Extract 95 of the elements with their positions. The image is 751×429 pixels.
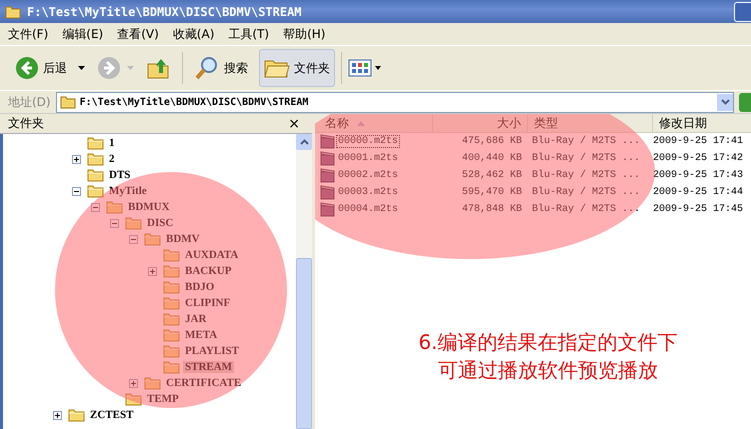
menu-item[interactable]: 查看(V): [117, 26, 159, 42]
folder-tree-item[interactable]: BDJO: [183, 281, 216, 293]
file-name[interactable]: 00002.m2ts: [336, 169, 400, 182]
folder-tree-item[interactable]: BDMUX: [126, 201, 172, 213]
views-icon[interactable]: [348, 58, 382, 78]
file-size: 400,440 KB: [460, 153, 523, 164]
folder-tree-item[interactable]: STREAM: [183, 361, 234, 373]
file-date: 2009-9-25 17:41: [653, 136, 744, 147]
video-file-icon: [320, 168, 335, 183]
folder-icon: [87, 136, 104, 150]
file-size: 478,848 KB: [460, 204, 523, 215]
file-type: Blu-Ray / M2TS ...: [531, 187, 642, 198]
file-date: 2009-9-25 17:45: [653, 204, 744, 215]
folder-icon: [125, 392, 142, 406]
file-name[interactable]: 00004.m2ts: [336, 203, 400, 216]
caret-icon[interactable]: [78, 66, 85, 70]
video-file-icon: [320, 151, 335, 166]
file-name[interactable]: 00003.m2ts: [336, 186, 400, 199]
folder-icon: [87, 152, 104, 166]
folder-icon: [87, 168, 104, 182]
folder-tree-item[interactable]: JAR: [183, 313, 208, 325]
folder-tree-item[interactable]: PLAYLIST: [183, 345, 242, 357]
folder-icon: [125, 216, 142, 230]
folder-tree-item[interactable]: 1: [107, 137, 116, 149]
column-header[interactable]: 修改日期: [653, 114, 751, 132]
menu-item[interactable]: 工具(T): [228, 26, 270, 42]
go-button[interactable]: [739, 92, 751, 112]
folder-tree-item[interactable]: META: [183, 329, 220, 341]
annotation-text: 可通过播放软件预览播放: [438, 357, 658, 384]
folder-tree-item[interactable]: ZCTEST: [88, 409, 136, 421]
folder-tree-item[interactable]: CERTIFICATE: [164, 377, 244, 389]
search-icon: [194, 55, 220, 81]
file-date: 2009-9-25 17:42: [653, 153, 744, 164]
file-name[interactable]: 00000.m2ts: [336, 135, 400, 148]
annotation-text: 6.编译的结果在指定的文件下: [418, 329, 678, 356]
file-type: Blu-Ray / M2TS ...: [531, 170, 642, 181]
window-title: F:\Test\MyTitle\BDMUX\DISC\BDMV\STREAM: [27, 4, 303, 18]
address-field[interactable]: F:\Test\MyTitle\BDMUX\DISC\BDMV\STREAM: [56, 92, 734, 112]
folder-tree-item[interactable]: 2: [107, 153, 116, 165]
file-type: Blu-Ray / M2TS ...: [531, 136, 642, 147]
video-file-icon: [320, 134, 335, 149]
folder-icon: [163, 264, 180, 278]
folder-tree-item[interactable]: DISC: [145, 217, 176, 229]
back-button[interactable]: 后退: [10, 49, 72, 87]
menu-item[interactable]: 文件(F): [8, 26, 48, 42]
sort-arrow-icon: [357, 120, 365, 126]
expander-icon[interactable]: [72, 186, 81, 196]
expander-icon[interactable]: [72, 154, 81, 164]
video-file-icon: [320, 185, 335, 200]
folder-tree-item[interactable]: MyTitle: [107, 185, 149, 197]
folder-tree-item[interactable]: AUXDATA: [183, 249, 240, 261]
file-size: 595,470 KB: [460, 187, 523, 198]
chevron-down-icon: [720, 99, 730, 105]
video-file-icon: [320, 202, 335, 217]
minimize-button[interactable]: [734, 2, 751, 22]
pane-title: 文件夹: [8, 115, 44, 132]
menu-item[interactable]: 帮助(H): [283, 26, 326, 42]
address-label: 地址(D): [8, 94, 51, 110]
file-type: Blu-Ray / M2TS ...: [531, 153, 642, 164]
dropdown-button[interactable]: [717, 94, 733, 110]
folder-icon: [163, 360, 180, 374]
folder-icon: [163, 280, 180, 294]
folder-tree-item[interactable]: DTS: [107, 169, 132, 181]
column-header[interactable]: 名称: [315, 114, 433, 132]
folder-icon: [60, 95, 76, 109]
file-size: 528,462 KB: [460, 170, 523, 181]
menu-item[interactable]: 编辑(E): [62, 26, 104, 42]
folder-icon: [163, 312, 180, 326]
file-name[interactable]: 00001.m2ts: [336, 152, 400, 165]
close-button[interactable]: ×: [282, 116, 306, 132]
folder-icon: [163, 328, 180, 342]
folder-tree-item[interactable]: TEMP: [145, 393, 181, 405]
folder-icon: [106, 200, 123, 214]
scrollbar[interactable]: [296, 134, 312, 429]
chevron-up-icon[interactable]: [300, 139, 308, 145]
folder-tree-item[interactable]: BACKUP: [183, 265, 234, 277]
column-header[interactable]: 类型: [528, 114, 653, 132]
file-size: 475,686 KB: [460, 136, 523, 147]
folder-tree-item[interactable]: BDMV: [164, 233, 202, 245]
menu-item[interactable]: 收藏(A): [172, 26, 214, 42]
column-header[interactable]: 大小: [433, 114, 528, 132]
file-date: 2009-9-25 17:43: [653, 170, 744, 181]
folder-tree-item[interactable]: CLIPINF: [183, 297, 232, 309]
folder-icon: [163, 296, 180, 310]
folder-icon: [163, 344, 180, 358]
search-button[interactable]: 搜索: [189, 49, 253, 87]
expander-icon[interactable]: [53, 410, 62, 420]
folder-icon: [5, 4, 21, 18]
folder-icon: [144, 232, 161, 246]
folder-icon: [144, 376, 161, 390]
folder-icon: [68, 408, 85, 422]
folder-icon: [87, 184, 104, 198]
folder-icon: [163, 248, 180, 262]
file-date: 2009-9-25 17:44: [653, 187, 744, 198]
folders-button[interactable]: 文件夹: [259, 49, 335, 87]
